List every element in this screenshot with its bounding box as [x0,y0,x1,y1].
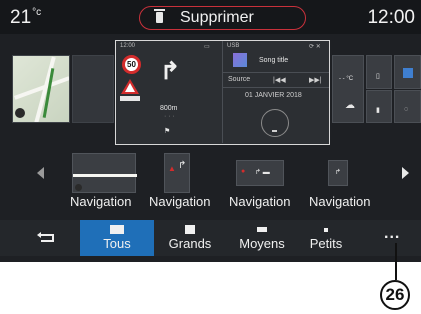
date-label: 01 JANVIER 2018 [245,92,302,99]
tab-tous[interactable]: Tous [80,220,154,256]
tab-tous-label: Tous [103,236,131,251]
warning-sign-icon: ▲ [168,164,176,173]
app-icon [403,68,413,78]
widget-left-small[interactable] [72,55,114,123]
page-dots: · · · [164,113,175,120]
phone-icon: ▯ [376,73,380,80]
map-widget-left[interactable] [12,55,70,123]
large-grid-icon [110,225,124,234]
tab-moyens-label: Moyens [239,236,285,251]
location-icon [15,108,25,118]
delete-button[interactable]: Supprimer [139,6,306,30]
fuel-icon: ▮ [376,107,380,114]
turn-arrow-icon: ↱ ▬ [255,169,270,176]
source-button[interactable]: Source [228,76,250,83]
battery-icon: ▭ [204,44,210,50]
carousel-thumb-3[interactable]: ● ↱ ▬ [236,160,284,186]
delete-label: Supprimer [180,9,254,26]
tab-grands-label: Grands [168,236,212,251]
carousel-thumb-2[interactable]: ↱ ▲ [164,153,190,193]
cloud-icon: ☁ [345,100,355,111]
tab-petits-label: Petits [309,236,343,251]
warning-sign-icon [121,79,139,94]
more-options-button[interactable]: ... [384,225,400,243]
location-icon [75,184,82,191]
small-widget-1[interactable]: ▯ [366,55,392,89]
trash-icon [154,9,165,23]
speed-limit-sign: 50 [122,55,141,74]
tab-petits[interactable]: Petits [300,220,352,256]
album-art [233,53,247,67]
callout-line [395,243,397,280]
clock: 12:00 [367,7,415,28]
outside-temperature: 21°c [10,7,41,29]
music-widget[interactable]: USB ⟳ ✕ Song title Source |◀◀ ▶▶| 01 JAN… [223,41,329,143]
turn-arrow-icon: ↱ [335,169,341,176]
navigation-widget[interactable]: 12:00 ▭ 50 ↱ 800m · · · ⚑ [116,41,223,143]
carousel-label-3: Navigation [229,194,291,209]
distance-to-turn: 800m [160,105,178,112]
carousel-label-1: Navigation [70,194,132,209]
speed-limit-icon: ● [241,168,246,175]
previous-track-icon[interactable]: |◀◀ [273,76,286,84]
road-sign-plate-icon [120,96,140,101]
small-widget-2[interactable]: ▮ [366,90,392,123]
tab-moyens[interactable]: Moyens [228,220,296,256]
usb-source-label: USB [227,43,240,49]
top-status-bar: 21°c Supprimer 12:00 [0,0,421,34]
song-title: Song title [259,57,289,64]
flag-icon: ⚑ [164,128,171,135]
clock-dial [261,109,289,137]
temperature-value: 21 [10,7,32,28]
small-widget-3[interactable] [394,55,421,89]
weather-widget[interactable]: - - °C ☁ [332,55,364,123]
selected-widget[interactable]: 12:00 ▭ 50 ↱ 800m · · · ⚑ USB ⟳ ✕ Song t… [115,40,330,145]
weather-temperature: - - °C [339,76,354,82]
infotainment-screen: 21°c Supprimer 12:00 12:00 ▭ 50 ↱ 800m ·… [0,0,421,262]
turn-arrow-icon: ↱ [178,160,187,171]
tab-grands[interactable]: Grands [156,220,224,256]
eco-icon: ◌ [404,106,409,113]
callout-number: 26 [380,280,410,310]
next-track-icon[interactable]: ▶▶| [309,76,322,84]
turn-arrow-icon: ↱ [160,58,181,85]
small-tile-icon [324,228,328,232]
carousel-left-arrow-icon[interactable] [37,167,44,179]
large-tile-icon [185,225,195,234]
carousel-thumb-4[interactable]: ↱ [328,160,348,186]
nav-status-time: 12:00 [120,43,136,49]
back-button[interactable] [37,229,57,243]
carousel-label-4: Navigation [309,194,371,209]
small-widget-4[interactable]: ◌ [394,90,421,123]
carousel-right-arrow-icon[interactable] [402,167,409,179]
repeat-icon[interactable]: ⟳ ✕ [309,43,321,50]
carousel-label-2: Navigation [149,194,211,209]
medium-tile-icon [257,227,267,232]
carousel-thumb-1[interactable] [72,153,137,193]
temperature-unit: °c [32,7,42,18]
bottom-tab-bar: Tous Grands Moyens Petits ... [0,220,421,256]
